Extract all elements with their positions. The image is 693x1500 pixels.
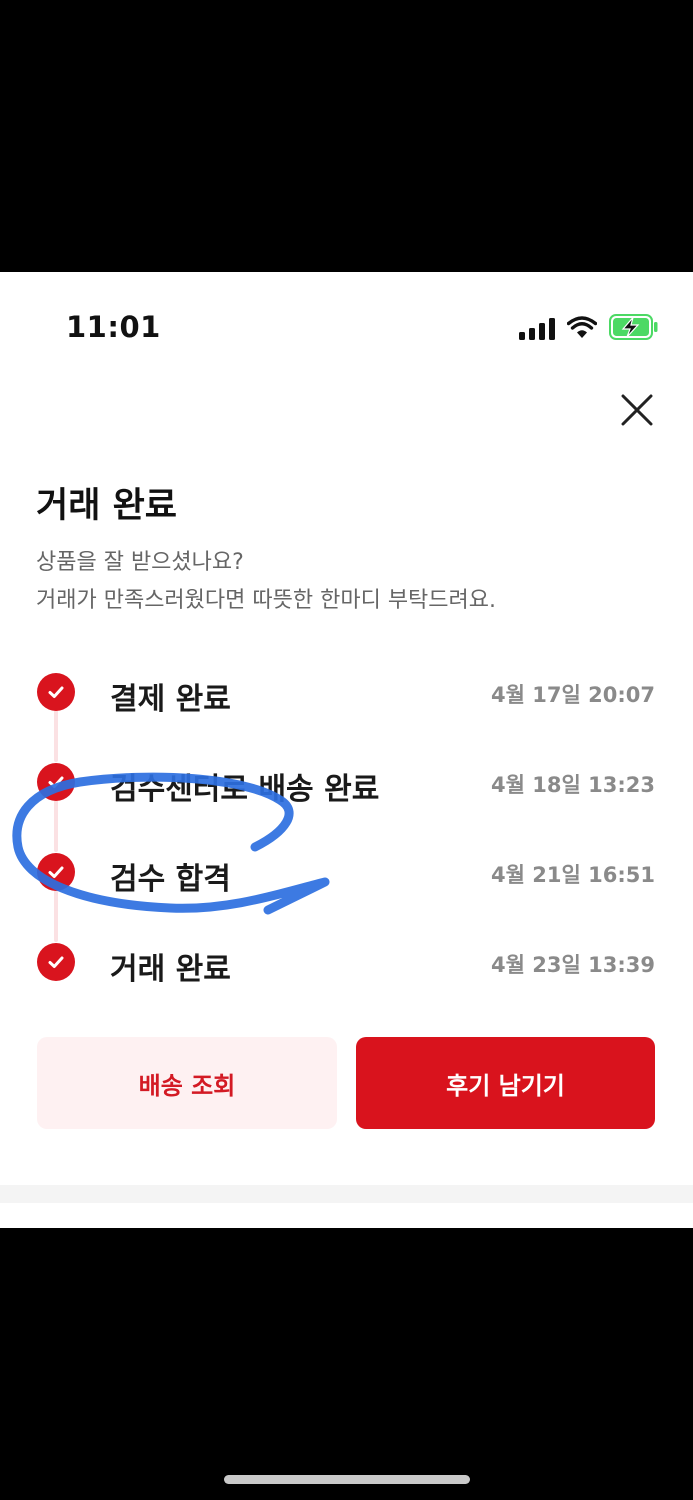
track-shipment-button[interactable]: 배송 조회: [37, 1037, 337, 1129]
page-title: 거래 완료: [36, 486, 177, 526]
step-date: 4월 17일 20:07: [491, 683, 655, 707]
write-review-button[interactable]: 후기 남기기: [356, 1037, 655, 1129]
subtitle-line-2: 거래가 만족스러웠다면 따뜻한 한마디 부탁드려요.: [36, 588, 497, 613]
step-date: 4월 23일 13:39: [491, 953, 655, 977]
timeline-step-trade-complete: 거래 완료 4월 23일 13:39: [0, 932, 693, 992]
check-circle-icon: [37, 943, 75, 981]
check-circle-icon: [37, 763, 75, 801]
close-icon: [621, 394, 653, 426]
timeline-step-payment: 결제 완료 4월 17일 20:07: [0, 662, 693, 722]
letterbox-bottom: [0, 1228, 693, 1500]
home-indicator[interactable]: [224, 1475, 470, 1484]
step-label: 결제 완료: [110, 682, 231, 717]
step-label: 검수 합격: [110, 862, 231, 897]
step-label: 검수센터로 배송 완료: [110, 772, 380, 807]
letterbox-top: [0, 0, 693, 272]
step-date: 4월 21일 16:51: [491, 863, 655, 887]
step-date: 4월 18일 13:23: [491, 773, 655, 797]
cellular-signal-icon: [519, 318, 555, 340]
status-icons: [519, 314, 659, 340]
battery-charging-icon: [609, 314, 658, 340]
trade-complete-sheet: 11:01 거래 완료 상품을 잘 받으셨나요? 거래가 만족스러웠다면 따뜻한…: [0, 272, 693, 1228]
wifi-icon: [567, 316, 597, 338]
status-time: 11:01: [66, 310, 161, 344]
timeline-step-inspection-passed: 검수 합격 4월 21일 16:51: [0, 842, 693, 902]
page-subtitle: 상품을 잘 받으셨나요? 거래가 만족스러웠다면 따뜻한 한마디 부탁드려요.: [36, 544, 496, 620]
timeline-step-delivered-to-center: 검수센터로 배송 완료 4월 18일 13:23: [0, 752, 693, 812]
check-circle-icon: [37, 853, 75, 891]
step-label: 거래 완료: [110, 952, 231, 987]
subtitle-line-1: 상품을 잘 받으셨나요?: [36, 550, 244, 575]
check-circle-icon: [37, 673, 75, 711]
section-divider: [0, 1185, 693, 1203]
close-button[interactable]: [617, 390, 657, 430]
